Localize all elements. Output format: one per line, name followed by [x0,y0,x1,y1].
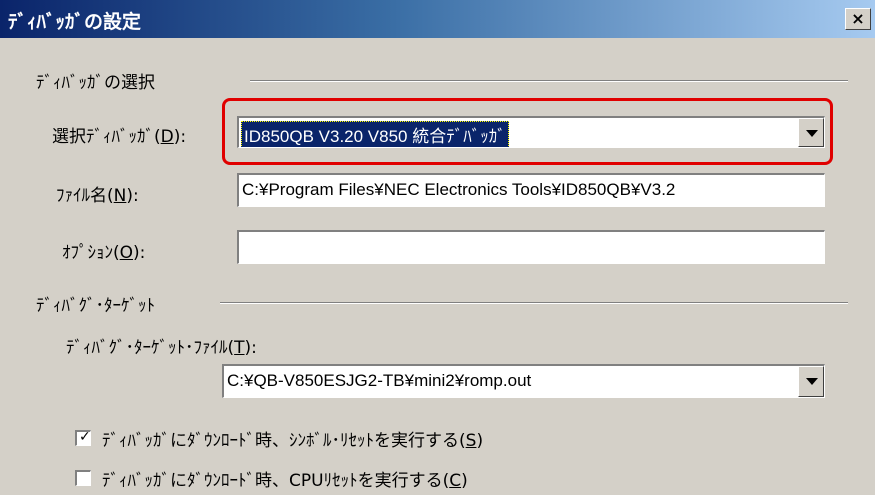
highlight-annotation [222,98,833,165]
group-divider [220,302,848,304]
group-divider [250,80,848,82]
window-title: ﾃﾞｨﾊﾞｯｶﾞの設定 [8,11,142,33]
chevron-down-icon [806,378,818,385]
select-debugger-label: 選択ﾃﾞｨﾊﾞｯｶﾞ(D): [52,127,187,147]
target-file-value: C:¥QB-V850ESJG2-TB¥mini2¥romp.out [227,371,532,390]
debugger-group-heading: ﾃﾞｨﾊﾞｯｶﾞの選択 [36,73,155,93]
check-icon: ✓ [79,429,91,445]
target-file-select[interactable]: C:¥QB-V850ESJG2-TB¥mini2¥romp.out [222,364,825,398]
symbol-reset-checkbox[interactable]: ✓ [75,429,91,446]
target-file-dropdown-button[interactable] [798,366,824,397]
cpu-reset-checkbox[interactable] [75,470,91,486]
file-name-label: ﾌｧｲﾙ名(N): [56,186,139,206]
target-group-heading: ﾃﾞｨﾊﾞｸﾞ･ﾀｰｹﾞｯﾄ [36,296,155,316]
title-bar: ﾃﾞｨﾊﾞｯｶﾞの設定 × [0,0,875,38]
file-name-value: C:¥Program Files¥NEC Electronics Tools¥I… [242,180,676,199]
file-name-field[interactable]: C:¥Program Files¥NEC Electronics Tools¥I… [237,173,825,207]
close-icon: × [851,9,865,28]
option-label: ｵﾌﾟｼｮﾝ(O): [62,243,146,263]
option-field[interactable] [237,230,825,264]
close-button[interactable]: × [845,8,871,30]
symbol-reset-label[interactable]: ﾃﾞｨﾊﾞｯｶﾞにﾀﾞｳﾝﾛｰﾄﾞ時、ｼﾝﾎﾞﾙ･ﾘｾｯﾄを実行する(S) [102,426,483,451]
target-file-label: ﾃﾞｨﾊﾞｸﾞ･ﾀｰｹﾞｯﾄ･ﾌｧｲﾙ(T): [66,338,257,358]
cpu-reset-label[interactable]: ﾃﾞｨﾊﾞｯｶﾞにﾀﾞｳﾝﾛｰﾄﾞ時、CPUﾘｾｯﾄを実行する(C) [102,466,468,491]
